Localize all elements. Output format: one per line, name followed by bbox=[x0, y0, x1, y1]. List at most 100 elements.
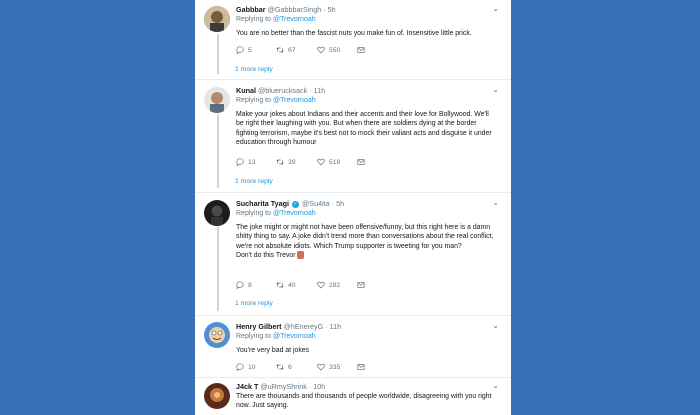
tweet-text: Make your jokes about Indians and their … bbox=[236, 110, 498, 147]
timestamp[interactable]: · 5h bbox=[323, 5, 335, 14]
display-name[interactable]: Sucharita Tyagi bbox=[236, 199, 289, 208]
tweet-text-line: Don't do this Trevor bbox=[236, 251, 296, 259]
more-replies-link[interactable]: 1 more reply bbox=[235, 66, 273, 73]
more-replies-link[interactable]: 1 more reply bbox=[235, 178, 273, 185]
retweet-button[interactable]: 40 bbox=[276, 281, 296, 289]
handle[interactable]: @GabbbarSingh bbox=[268, 5, 322, 14]
display-name[interactable]: Kunal bbox=[236, 86, 256, 95]
chevron-down-icon[interactable]: ⌄ bbox=[492, 321, 499, 330]
replying-to: Replying to @Trevornoah bbox=[236, 97, 316, 104]
avatar[interactable] bbox=[204, 6, 230, 32]
tweet[interactable]: Gabbbar @GabbbarSingh · 5h ⌄ Replying to… bbox=[195, 0, 511, 80]
envelope-icon bbox=[357, 364, 365, 370]
chevron-down-icon[interactable]: ⌄ bbox=[492, 381, 499, 390]
replying-label: Replying to bbox=[236, 210, 272, 217]
direct-message-button[interactable] bbox=[357, 46, 365, 54]
heart-icon bbox=[317, 281, 325, 289]
replying-label: Replying to bbox=[236, 16, 272, 23]
chevron-down-icon[interactable]: ⌄ bbox=[492, 4, 499, 13]
retweet-button[interactable]: 6 bbox=[276, 363, 292, 371]
verified-badge-icon: ✓ bbox=[292, 200, 299, 208]
tweet-actions: 8 40 282 bbox=[236, 281, 386, 291]
retweet-button[interactable]: 39 bbox=[276, 158, 296, 166]
mention-link[interactable]: @Trevornoah bbox=[273, 333, 316, 340]
tweet[interactable]: Sucharita Tyagi ✓ @Su4ita · 5h ⌄ Replyin… bbox=[195, 193, 511, 316]
retweet-icon bbox=[276, 282, 284, 288]
reply-button[interactable]: 5 bbox=[236, 46, 252, 54]
timestamp[interactable]: · 11h bbox=[325, 322, 341, 331]
tweet[interactable]: Henry Gilbert @hEnereyG · 11h ⌄ Replying… bbox=[195, 316, 511, 378]
envelope-icon bbox=[357, 47, 365, 53]
display-name[interactable]: J4ck T bbox=[236, 382, 258, 391]
retweet-count: 6 bbox=[288, 363, 292, 371]
timestamp[interactable]: · 5h bbox=[332, 199, 344, 208]
handle[interactable]: @Su4ita bbox=[302, 199, 330, 208]
heart-icon bbox=[317, 46, 325, 54]
facepalm-emoji-icon bbox=[297, 251, 305, 260]
envelope-icon bbox=[357, 282, 365, 288]
display-name[interactable]: Gabbbar bbox=[236, 5, 266, 14]
envelope-icon bbox=[357, 159, 365, 165]
like-count: 518 bbox=[329, 158, 341, 166]
reply-button[interactable]: 10 bbox=[236, 363, 256, 371]
direct-message-button[interactable] bbox=[357, 363, 365, 371]
retweet-button[interactable]: 67 bbox=[276, 46, 296, 54]
timestamp[interactable]: · 10h bbox=[309, 382, 325, 391]
tweet-header: Sucharita Tyagi ✓ @Su4ita · 5h bbox=[236, 199, 344, 208]
tweet-text-line: Make your jokes about Indians and their … bbox=[236, 111, 492, 146]
tweet-header: Kunal @bluerucksack · 11h bbox=[236, 86, 325, 95]
like-button[interactable]: 335 bbox=[317, 363, 340, 371]
tweet-text-line: The joke might or might not have been of… bbox=[236, 224, 494, 250]
reply-feed: Gabbbar @GabbbarSingh · 5h ⌄ Replying to… bbox=[195, 0, 511, 415]
direct-message-button[interactable] bbox=[357, 158, 365, 166]
reply-count: 13 bbox=[248, 158, 256, 166]
chevron-down-icon[interactable]: ⌄ bbox=[492, 85, 499, 94]
like-count: 335 bbox=[329, 363, 341, 371]
retweet-count: 67 bbox=[288, 46, 296, 54]
retweet-icon bbox=[276, 159, 284, 165]
timestamp[interactable]: · 11h bbox=[309, 86, 325, 95]
tweet-actions: 10 6 335 bbox=[236, 363, 386, 373]
like-button[interactable]: 550 bbox=[317, 46, 340, 54]
reply-button[interactable]: 8 bbox=[236, 281, 252, 289]
mention-link[interactable]: @Trevornoah bbox=[273, 210, 316, 217]
avatar[interactable] bbox=[204, 200, 230, 226]
avatar[interactable] bbox=[204, 322, 230, 348]
direct-message-button[interactable] bbox=[357, 281, 365, 289]
reply-count: 5 bbox=[248, 46, 252, 54]
handle[interactable]: @hEnereyG bbox=[284, 322, 324, 331]
reply-icon bbox=[236, 363, 244, 371]
replying-to: Replying to @Trevornoah bbox=[236, 16, 316, 23]
thread-line bbox=[217, 114, 219, 188]
tweet-text: There are thousands and thousands of peo… bbox=[236, 392, 498, 411]
thread-line bbox=[217, 227, 219, 311]
more-replies-link[interactable]: 1 more reply bbox=[235, 300, 273, 307]
avatar[interactable] bbox=[204, 87, 230, 113]
reply-button[interactable]: 13 bbox=[236, 158, 256, 166]
tweet-text-line: There are thousands and thousands of peo… bbox=[236, 393, 492, 410]
handle[interactable]: @bluerucksack bbox=[258, 86, 307, 95]
handle[interactable]: @uRmyShrink bbox=[260, 382, 306, 391]
avatar[interactable] bbox=[204, 383, 230, 409]
like-button[interactable]: 518 bbox=[317, 158, 340, 166]
like-count: 282 bbox=[329, 281, 341, 289]
tweet-actions: 5 67 550 bbox=[236, 46, 386, 56]
replying-to: Replying to @Trevornoah bbox=[236, 333, 316, 340]
retweet-icon bbox=[276, 364, 284, 370]
tweet[interactable]: Kunal @bluerucksack · 11h ⌄ Replying to … bbox=[195, 80, 511, 193]
reply-icon bbox=[236, 281, 244, 289]
replying-label: Replying to bbox=[236, 97, 272, 104]
like-button[interactable]: 282 bbox=[317, 281, 340, 289]
reply-count: 8 bbox=[248, 281, 252, 289]
reply-icon bbox=[236, 46, 244, 54]
retweet-count: 39 bbox=[288, 158, 296, 166]
like-count: 550 bbox=[329, 46, 341, 54]
tweet-text: The joke might or might not have been of… bbox=[236, 223, 498, 260]
mention-link[interactable]: @Trevornoah bbox=[273, 97, 316, 104]
tweet[interactable]: J4ck T @uRmyShrink · 10h ⌄ There are tho… bbox=[195, 378, 511, 415]
tweet-text: You are no better than the fascist nuts … bbox=[236, 29, 498, 38]
chevron-down-icon[interactable]: ⌄ bbox=[492, 198, 499, 207]
mention-link[interactable]: @Trevornoah bbox=[273, 16, 316, 23]
display-name[interactable]: Henry Gilbert bbox=[236, 322, 282, 331]
tweet-text-line: You are no better than the fascist nuts … bbox=[236, 30, 472, 37]
